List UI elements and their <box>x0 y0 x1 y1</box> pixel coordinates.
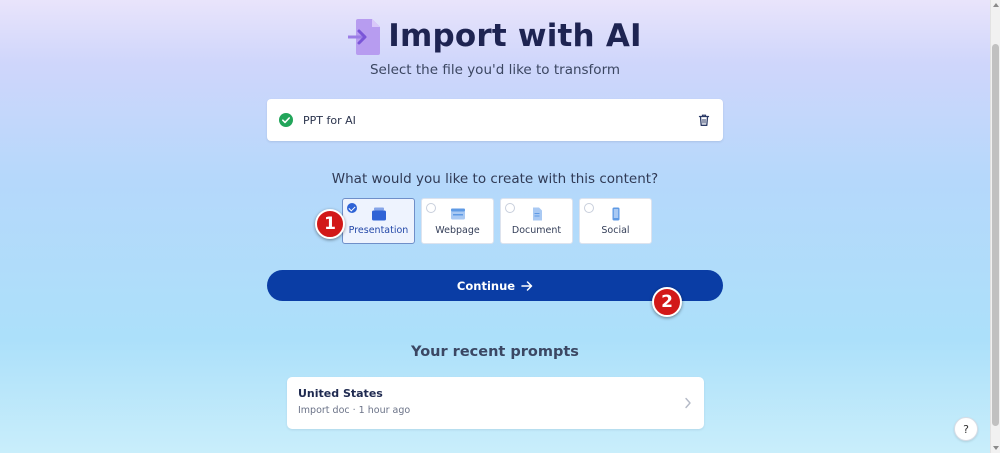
selected-file-card: PPT for AI <box>267 99 723 141</box>
page-header: Import with AI <box>0 17 990 55</box>
webpage-icon <box>450 208 465 220</box>
content-type-question: What would you like to create with this … <box>331 171 659 187</box>
option-label: Social <box>601 225 630 236</box>
radio-empty-icon[interactable] <box>505 203 515 213</box>
scroll-down-arrow-icon[interactable] <box>993 446 999 450</box>
step-badge-2: 2 <box>652 287 682 317</box>
check-circle-icon <box>279 113 293 127</box>
radio-checked-icon[interactable] <box>347 203 357 213</box>
chevron-right-icon <box>685 397 691 409</box>
scrollbar-thumb[interactable] <box>992 44 999 426</box>
recent-prompt-name: United States <box>298 387 383 400</box>
trash-icon[interactable] <box>697 113 711 127</box>
option-label: Webpage <box>435 225 480 236</box>
page-subtitle: Select the file you'd like to transform <box>369 62 621 78</box>
continue-label: Continue <box>456 278 516 293</box>
recent-prompt-item[interactable]: United States Import doc · 1 hour ago <box>287 377 704 429</box>
presentation-icon <box>371 207 386 221</box>
option-document[interactable]: Document <box>500 198 573 244</box>
arrow-right-icon <box>521 280 533 291</box>
document-icon <box>532 207 542 221</box>
file-name: PPT for AI <box>303 113 356 127</box>
option-label: Presentation <box>348 225 409 236</box>
step-badge-1: 1 <box>315 209 345 239</box>
radio-empty-icon[interactable] <box>426 203 436 213</box>
help-button[interactable]: ? <box>954 417 978 441</box>
radio-empty-icon[interactable] <box>584 203 594 213</box>
import-doc-icon <box>348 19 381 55</box>
option-webpage[interactable]: Webpage <box>421 198 494 244</box>
page-title: Import with AI <box>388 18 642 54</box>
scroll-up-arrow-icon[interactable] <box>993 3 999 7</box>
vertical-scrollbar[interactable] <box>990 0 1000 453</box>
phone-icon <box>612 207 619 221</box>
option-presentation[interactable]: Presentation <box>342 198 415 244</box>
recent-prompt-meta: Import doc · 1 hour ago <box>298 405 411 416</box>
recent-prompts-title: Your recent prompts <box>411 344 579 360</box>
option-social[interactable]: Social <box>579 198 652 244</box>
content-type-options: Presentation Webpage Document Social <box>342 198 652 244</box>
option-label: Document <box>511 225 562 236</box>
